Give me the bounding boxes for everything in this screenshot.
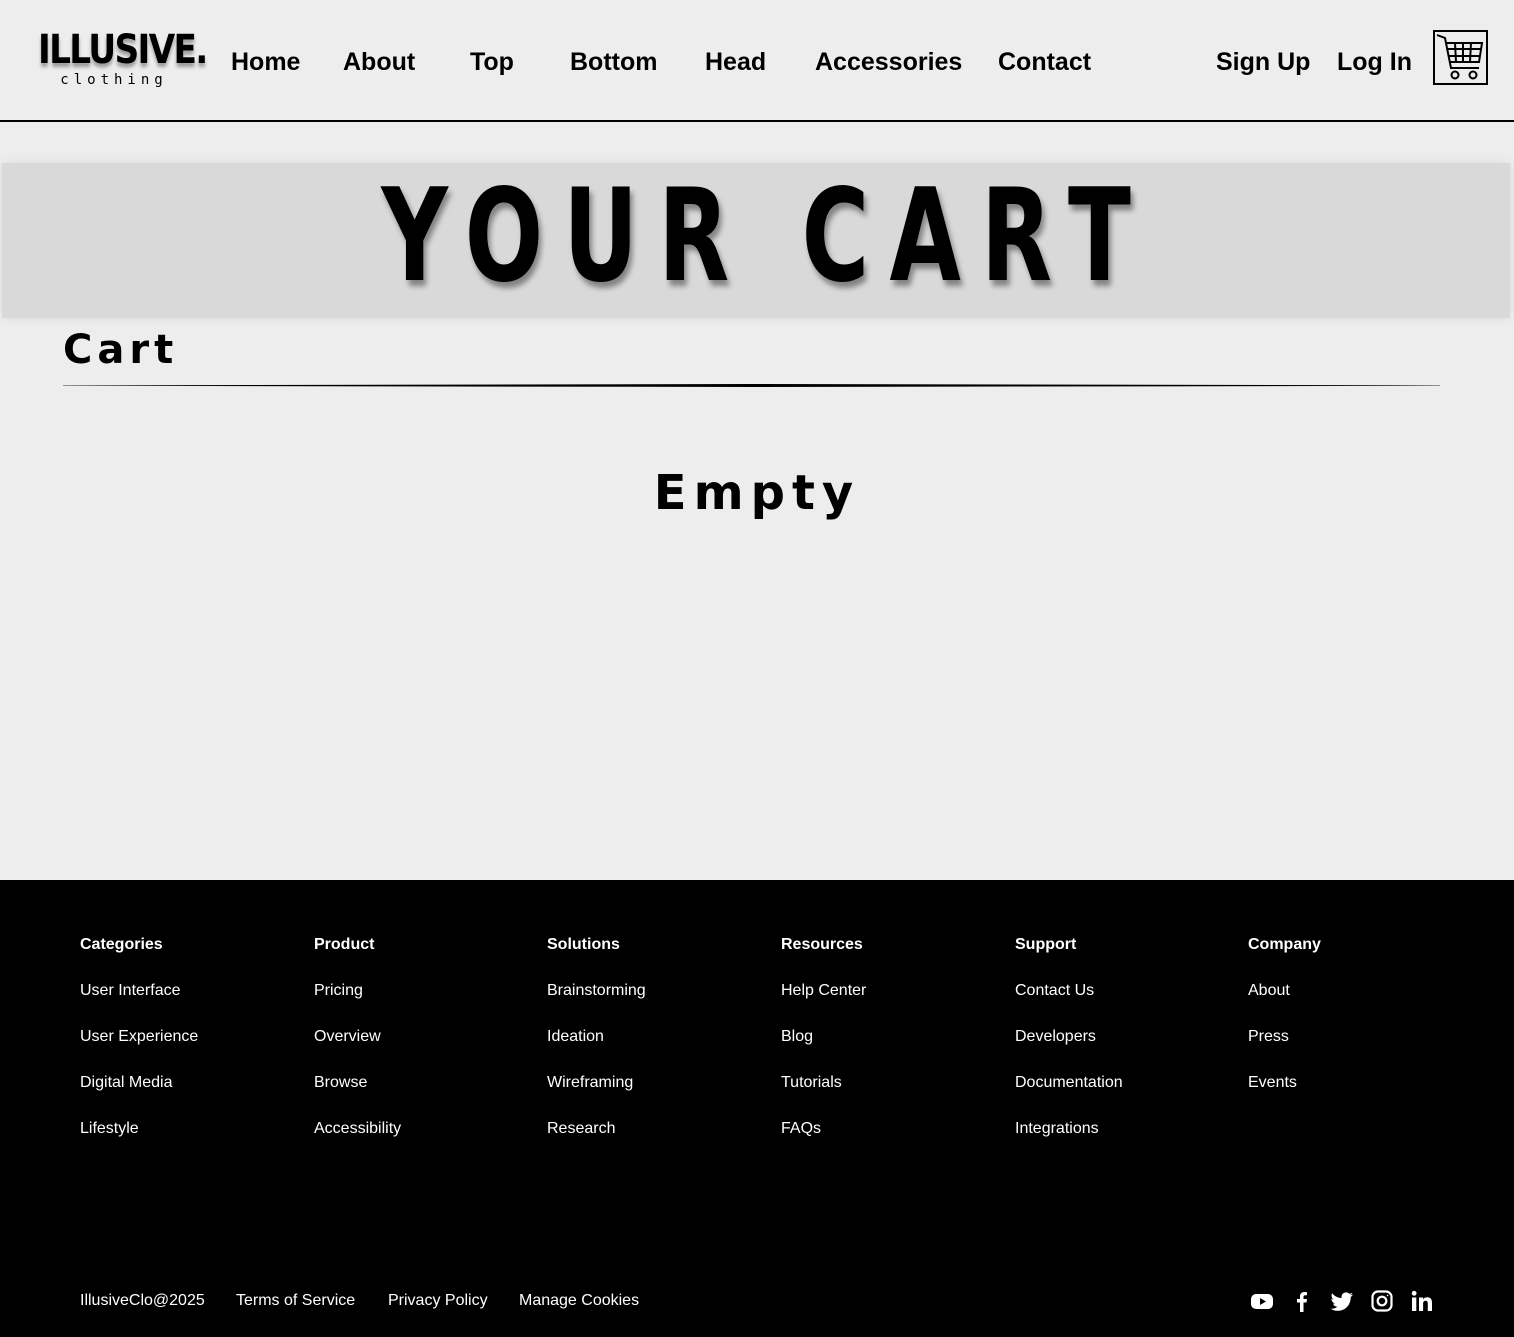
cart-empty-message: Empty bbox=[653, 465, 861, 521]
cookies-link[interactable]: Manage Cookies bbox=[519, 1290, 639, 1312]
brand-logo[interactable]: ILLUSIVE. clothing bbox=[38, 27, 208, 88]
footer-link[interactable]: Lifestyle bbox=[80, 1118, 300, 1140]
footer-column-categories: Categories User Interface User Experienc… bbox=[80, 934, 300, 1140]
login-link[interactable]: Log In bbox=[1337, 46, 1412, 78]
site-header: ILLUSIVE. clothing Home About Top Bottom… bbox=[0, 0, 1514, 122]
page-title: YOUR CART bbox=[381, 162, 1151, 311]
footer-column-resources: Resources Help Center Blog Tutorials FAQ… bbox=[781, 934, 1001, 1140]
footer-heading: Product bbox=[314, 936, 375, 953]
footer-heading: Solutions bbox=[547, 936, 620, 953]
footer-link[interactable]: Tutorials bbox=[781, 1072, 1001, 1094]
youtube-icon[interactable] bbox=[1250, 1289, 1274, 1313]
footer-link[interactable]: Wireframing bbox=[547, 1072, 767, 1094]
footer-link[interactable]: Press bbox=[1248, 1026, 1468, 1048]
nav-home[interactable]: Home bbox=[231, 46, 300, 78]
footer-heading: Categories bbox=[80, 936, 163, 953]
footer-link[interactable]: Ideation bbox=[547, 1026, 767, 1048]
section-divider bbox=[63, 384, 1440, 387]
nav-contact[interactable]: Contact bbox=[998, 46, 1091, 78]
cart-section-title: Cart bbox=[63, 327, 179, 373]
footer-heading: Support bbox=[1015, 936, 1077, 953]
footer-link[interactable]: Accessibility bbox=[314, 1118, 534, 1140]
nav-accessories[interactable]: Accessories bbox=[815, 46, 962, 78]
footer-heading: Resources bbox=[781, 936, 863, 953]
nav-top[interactable]: Top bbox=[470, 46, 514, 78]
footer-column-company: Company About Press Events bbox=[1248, 934, 1468, 1094]
shopping-cart-icon bbox=[1435, 32, 1486, 83]
footer-heading: Company bbox=[1248, 936, 1321, 953]
logo-tagline: clothing bbox=[60, 72, 168, 88]
footer-link[interactable]: User Interface bbox=[80, 980, 300, 1002]
footer-column-solutions: Solutions Brainstorming Ideation Wirefra… bbox=[547, 934, 767, 1140]
footer-link[interactable]: Research bbox=[547, 1118, 767, 1140]
footer-link[interactable]: Brainstorming bbox=[547, 980, 767, 1002]
footer-link[interactable]: Contact Us bbox=[1015, 980, 1235, 1002]
footer-link[interactable]: Events bbox=[1248, 1072, 1468, 1094]
footer-link[interactable]: FAQs bbox=[781, 1118, 1001, 1140]
footer-link[interactable]: Integrations bbox=[1015, 1118, 1235, 1140]
footer-link[interactable]: User Experience bbox=[80, 1026, 300, 1048]
logo-wordmark: ILLUSIVE. bbox=[38, 27, 208, 73]
footer-link[interactable]: Developers bbox=[1015, 1026, 1235, 1048]
footer-link[interactable]: Browse bbox=[314, 1072, 534, 1094]
nav-head[interactable]: Head bbox=[705, 46, 766, 78]
nav-bottom[interactable]: Bottom bbox=[570, 46, 657, 78]
copyright-text: IllusiveClo@2025 bbox=[80, 1292, 205, 1309]
footer-column-support: Support Contact Us Developers Documentat… bbox=[1015, 934, 1235, 1140]
footer-link[interactable]: About bbox=[1248, 980, 1468, 1002]
facebook-icon[interactable] bbox=[1290, 1289, 1314, 1313]
footer-link[interactable]: Help Center bbox=[781, 980, 1001, 1002]
footer-column-product: Product Pricing Overview Browse Accessib… bbox=[314, 934, 534, 1140]
terms-link[interactable]: Terms of Service bbox=[236, 1290, 355, 1312]
hero-banner: YOUR CART bbox=[2, 163, 1510, 318]
footer-link[interactable]: Blog bbox=[781, 1026, 1001, 1048]
privacy-link[interactable]: Privacy Policy bbox=[388, 1290, 488, 1312]
signup-link[interactable]: Sign Up bbox=[1216, 46, 1310, 78]
footer-link[interactable]: Documentation bbox=[1015, 1072, 1235, 1094]
footer-link[interactable]: Overview bbox=[314, 1026, 534, 1048]
site-footer: Categories User Interface User Experienc… bbox=[0, 880, 1514, 1337]
footer-link[interactable]: Pricing bbox=[314, 980, 534, 1002]
footer-link[interactable]: Digital Media bbox=[80, 1072, 300, 1094]
cart-button[interactable] bbox=[1433, 30, 1488, 85]
linkedin-icon[interactable] bbox=[1410, 1289, 1434, 1313]
twitter-icon[interactable] bbox=[1330, 1289, 1354, 1313]
instagram-icon[interactable] bbox=[1370, 1289, 1394, 1313]
nav-about[interactable]: About bbox=[343, 46, 415, 78]
